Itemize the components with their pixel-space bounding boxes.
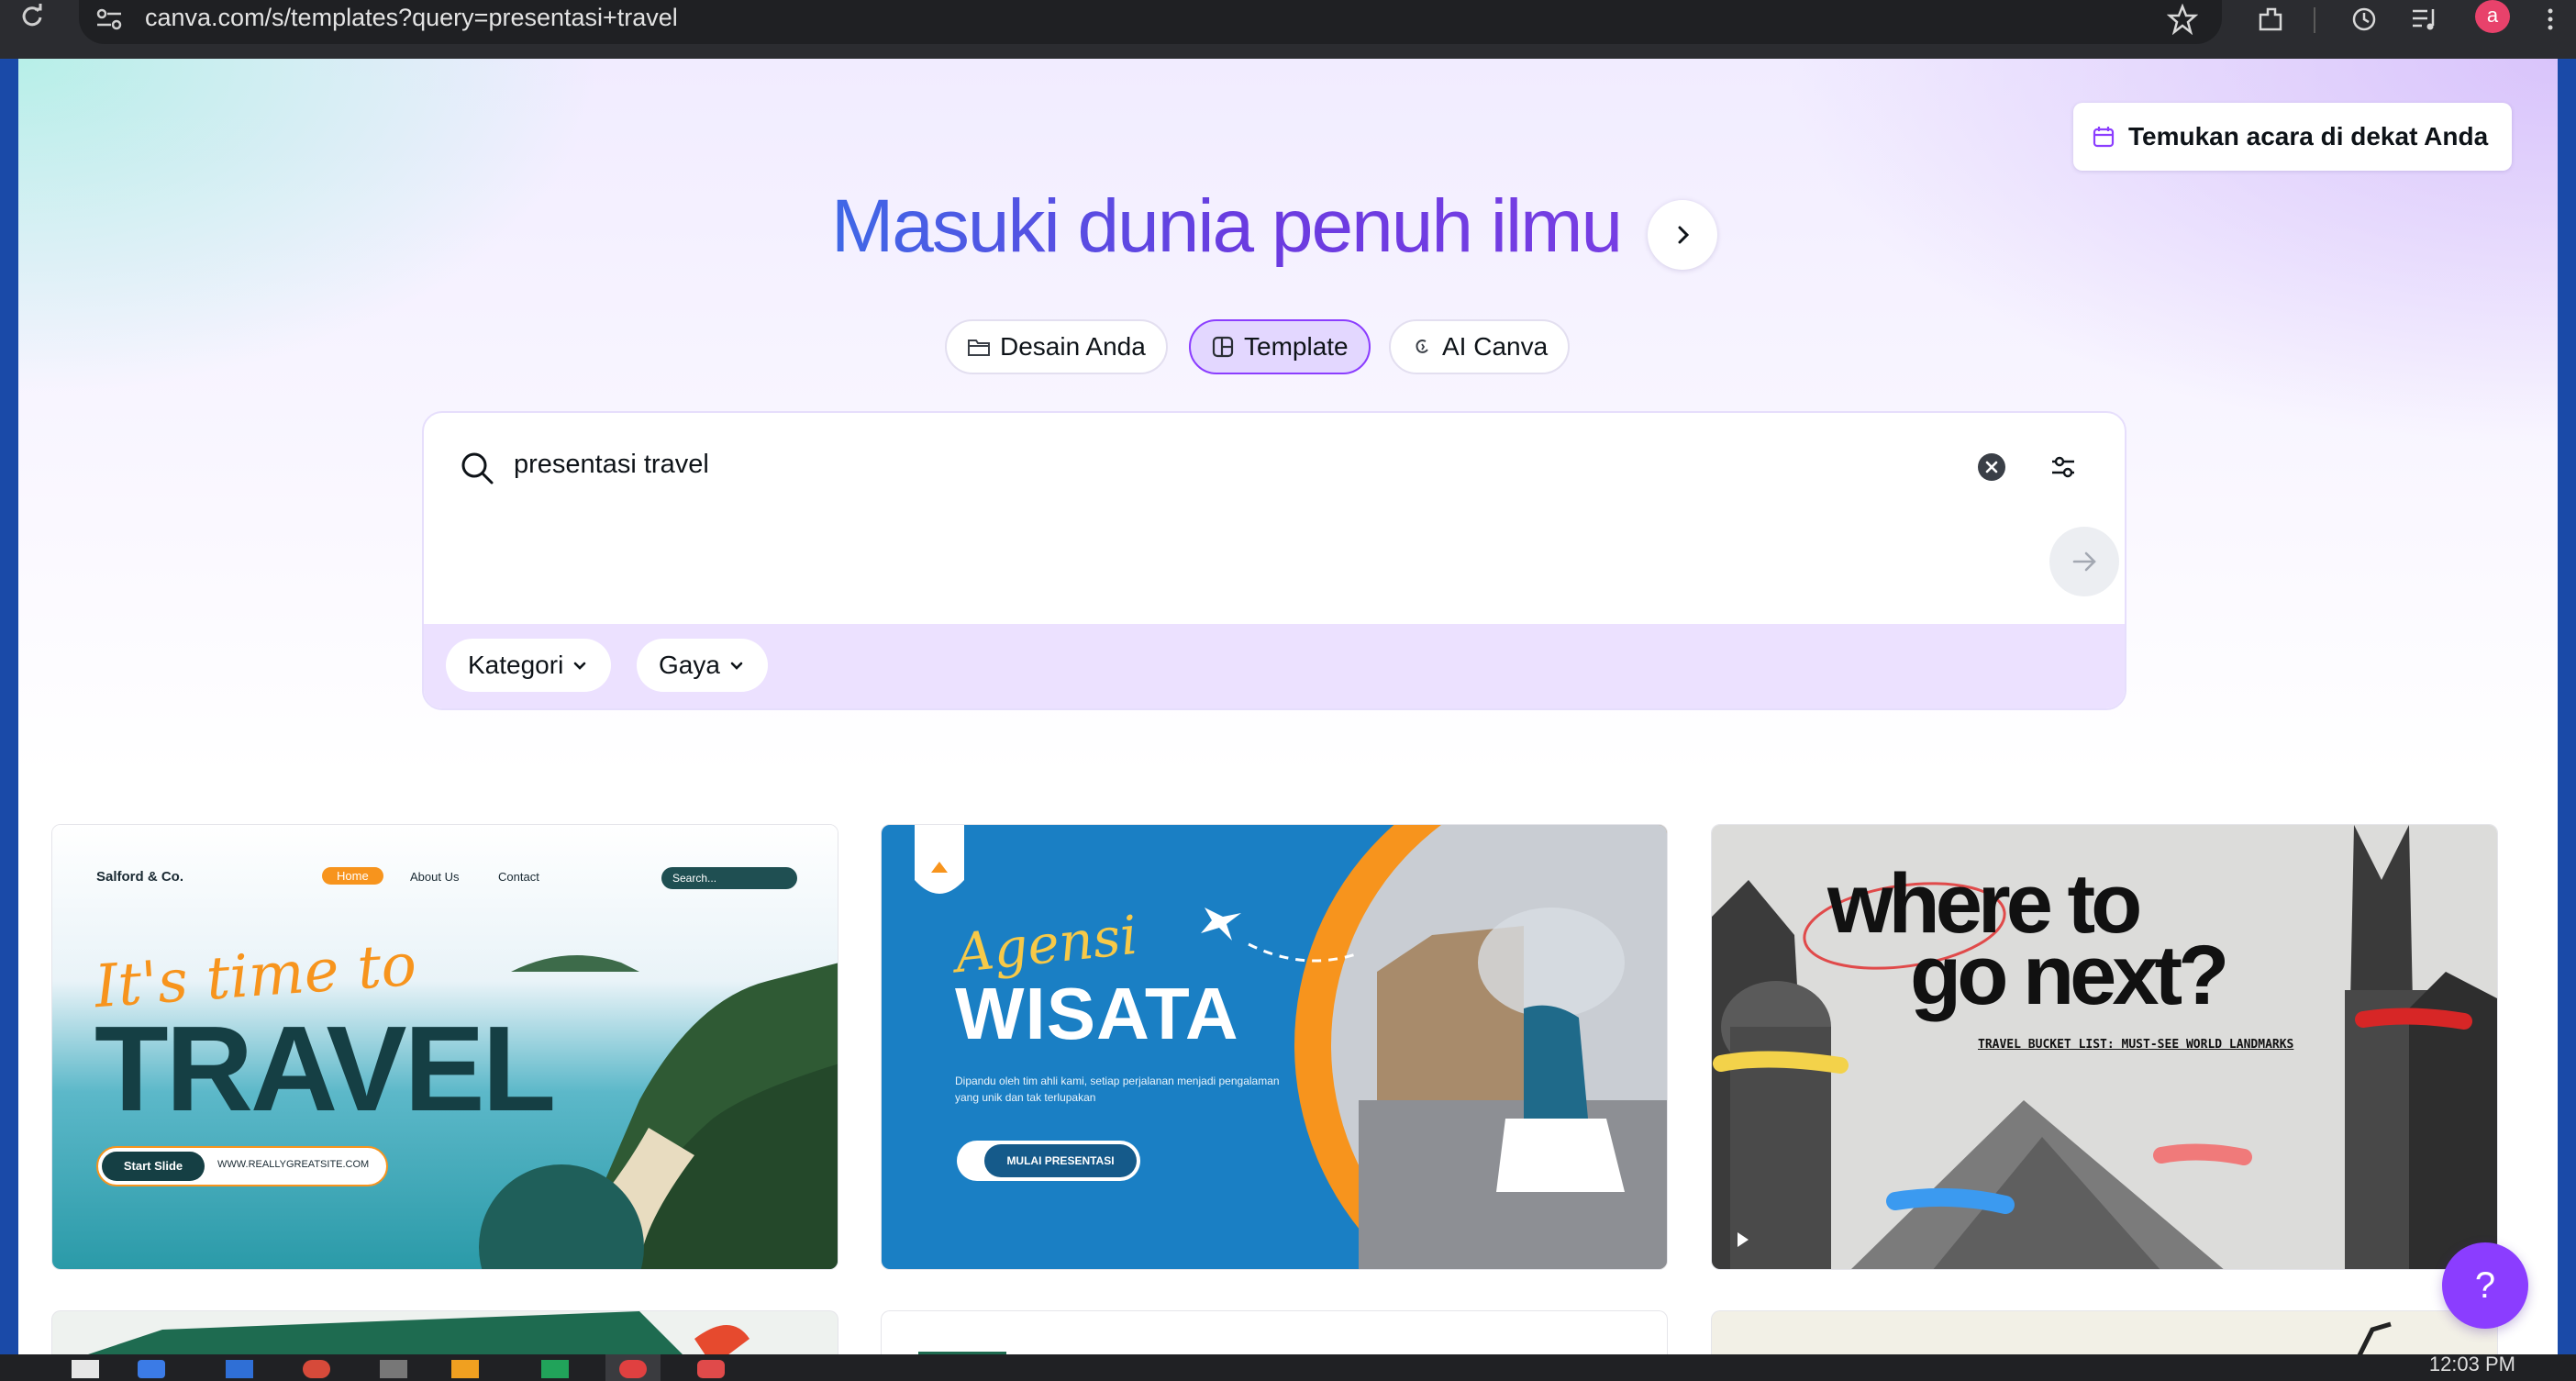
tab-template[interactable]: Template — [1189, 319, 1371, 374]
template-thumbnail — [918, 1352, 1006, 1354]
find-events-button[interactable]: Temukan acara di dekat Anda — [2073, 103, 2512, 171]
toolbar-divider — [2314, 7, 2315, 33]
chevron-down-icon — [730, 662, 743, 670]
search-submit-button[interactable] — [2049, 527, 2119, 596]
taskbar-app-icon[interactable] — [380, 1360, 407, 1378]
reload-icon[interactable] — [18, 2, 46, 29]
template-card-wisata[interactable]: Agensi WISATA Dipandu oleh tim ahli kami… — [881, 824, 1668, 1270]
search-icon — [461, 452, 494, 484]
folder-icon — [968, 340, 990, 356]
filter-label: Gaya — [659, 651, 720, 679]
card-big-title-line2: go next? — [1910, 929, 2229, 1022]
os-taskbar: 12:03 PM — [0, 1353, 2576, 1381]
taskbar-app-icon[interactable] — [72, 1360, 99, 1378]
clear-search-icon[interactable] — [1976, 451, 2007, 483]
filter-kategori-dropdown[interactable]: Kategori — [446, 639, 612, 692]
find-events-label: Temukan acara di dekat Anda — [2128, 122, 2489, 150]
canva-page: Temukan acara di dekat Anda Masuki dunia… — [18, 59, 2558, 1354]
card-brand: Salford & Co. — [96, 869, 184, 885]
template-card-row2-2[interactable] — [881, 1310, 1668, 1354]
filter-settings-icon[interactable] — [2048, 451, 2079, 483]
card-search: Search... — [661, 867, 797, 889]
site-settings-icon[interactable] — [94, 6, 125, 33]
url-text[interactable]: canva.com/s/templates?query=presentasi+t… — [145, 4, 678, 32]
chrome-app-icon — [619, 1360, 647, 1378]
template-card-where-to-go-next[interactable]: where to go next? TRAVEL BUCKET LIST: MU… — [1711, 824, 2498, 1270]
template-card-travel[interactable]: Salford & Co. Home About Us Contact Sear… — [51, 824, 838, 1270]
card-cta-button: MULAI PRESENTASI — [984, 1144, 1137, 1177]
taskbar-app-icon[interactable] — [697, 1360, 725, 1378]
taskbar-app-icon[interactable] — [541, 1360, 569, 1378]
help-button[interactable]: ? — [2442, 1242, 2528, 1329]
page-headline: Masuki dunia penuh ilmu — [831, 184, 1749, 275]
browser-menu-icon[interactable] — [2541, 4, 2559, 35]
filter-gaya-dropdown[interactable]: Gaya — [637, 639, 768, 692]
tab-ai-canva[interactable]: AI Canva — [1389, 319, 1571, 374]
hero-section: Temukan acara di dekat Anda Masuki dunia… — [18, 59, 2558, 774]
system-clock: 12:03 PM — [2428, 1353, 2515, 1375]
arrow-right-icon — [2072, 551, 2096, 572]
headline-next-button[interactable] — [1648, 200, 1717, 270]
tab-label: Template — [1244, 332, 1349, 361]
template-card-row2-1[interactable] — [51, 1310, 838, 1354]
canva-ai-icon — [1416, 340, 1428, 353]
bookmark-star-icon[interactable] — [2167, 4, 2198, 35]
card-website: WWW.REALLYGREATSITE.COM — [217, 1159, 370, 1170]
template-card-row2-3[interactable] — [1711, 1310, 2498, 1354]
card-nav-contact: Contact — [498, 870, 539, 884]
chevron-down-icon — [573, 662, 586, 670]
media-control-icon[interactable] — [2409, 4, 2440, 35]
extensions-icon[interactable] — [2255, 4, 2286, 35]
filter-bar: Kategori Gaya — [424, 624, 2125, 708]
card-big-title: TRAVEL — [94, 1001, 556, 1136]
history-icon[interactable] — [2348, 4, 2380, 35]
taskbar-app-icon[interactable] — [226, 1360, 253, 1378]
taskbar-app-icon[interactable] — [451, 1360, 479, 1378]
taskbar-app-icon[interactable] — [303, 1360, 330, 1378]
tab-label: Desain Anda — [1000, 332, 1146, 361]
calendar-icon — [2093, 127, 2115, 148]
taskbar-app-icon[interactable] — [138, 1360, 165, 1378]
card-nav-home: Home — [322, 867, 383, 885]
chevron-right-icon — [1678, 226, 1690, 244]
search-panel: presentasi travel Kategori Gaya — [422, 411, 2126, 710]
profile-avatar[interactable]: a — [2475, 0, 2510, 33]
browser-toolbar: canva.com/s/templates?query=presentasi+t… — [0, 0, 2576, 59]
tab-desain-anda[interactable]: Desain Anda — [945, 319, 1168, 374]
card-body-text: Dipandu oleh tim ahli kami, setiap perja… — [955, 1075, 1280, 1104]
template-thumbnail — [2357, 1321, 2392, 1354]
taskbar-active-app[interactable] — [605, 1354, 661, 1381]
filter-label: Kategori — [468, 651, 564, 679]
card-big-title: WISATA — [955, 973, 1239, 1054]
card-cta-button: Start Slide — [102, 1152, 205, 1181]
template-icon — [1212, 336, 1234, 358]
address-bar[interactable]: canva.com/s/templates?query=presentasi+t… — [79, 0, 2222, 44]
card-subtitle: TRAVEL BUCKET LIST: MUST-SEE WORLD LANDM… — [1978, 1038, 2294, 1052]
tab-label: AI Canva — [1442, 332, 1549, 361]
card-nav-about: About Us — [410, 870, 460, 884]
template-thumbnail — [88, 1311, 749, 1354]
search-input[interactable]: presentasi travel — [514, 450, 709, 480]
